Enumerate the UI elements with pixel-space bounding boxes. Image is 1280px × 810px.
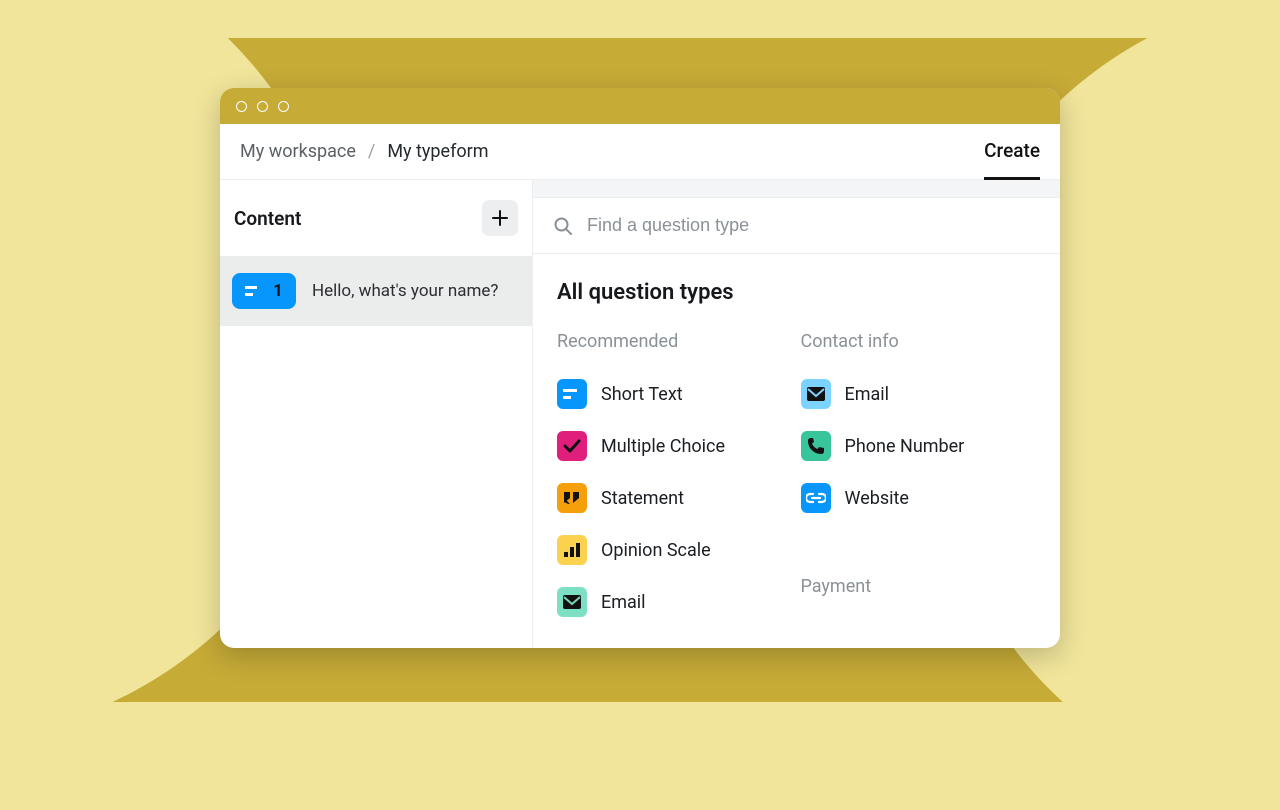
type-website[interactable]: Website: [801, 472, 1037, 524]
column-title: Contact info: [801, 331, 1037, 352]
type-statement[interactable]: Statement: [557, 472, 793, 524]
breadcrumb-current[interactable]: My typeform: [387, 141, 488, 162]
topbar: My workspace / My typeform Create: [220, 124, 1060, 180]
type-label: Phone Number: [845, 436, 965, 457]
sidebar-header: Content: [220, 180, 532, 256]
type-label: Website: [845, 488, 909, 509]
main-area: Content 1 Hello, what's your name?: [220, 180, 1060, 648]
column-title-payment: Payment: [801, 576, 1037, 597]
question-type-columns: Recommended Short Text Multiple Choic: [557, 331, 1036, 628]
breadcrumb-separator: /: [368, 141, 375, 162]
question-type-search[interactable]: [533, 198, 1060, 254]
short-text-icon: [245, 285, 263, 297]
link-icon: [801, 483, 831, 513]
column-title: Recommended: [557, 331, 793, 352]
panel-body: All question types Recommended Short Tex…: [533, 254, 1060, 638]
titlebar: [220, 88, 1060, 124]
type-label: Multiple Choice: [601, 436, 725, 457]
breadcrumb-workspace[interactable]: My workspace: [240, 141, 356, 162]
short-text-icon: [557, 379, 587, 409]
quote-icon: [557, 483, 587, 513]
app-window: My workspace / My typeform Create Conten…: [220, 88, 1060, 648]
search-icon: [553, 216, 573, 236]
type-short-text[interactable]: Short Text: [557, 368, 793, 420]
type-label: Email: [601, 592, 646, 613]
content-item-number: 1: [273, 281, 283, 301]
mail-icon: [801, 379, 831, 409]
check-icon: [557, 431, 587, 461]
create-tab[interactable]: Create: [984, 139, 1040, 164]
column-contact-info: Contact info Email Phone Number: [801, 331, 1037, 628]
content-item-label: Hello, what's your name?: [312, 281, 498, 301]
type-label: Opinion Scale: [601, 540, 711, 561]
mail-icon: [557, 587, 587, 617]
content-item-badge: 1: [232, 273, 296, 309]
question-type-panel: All question types Recommended Short Tex…: [533, 180, 1060, 648]
search-input[interactable]: [587, 215, 1040, 236]
type-phone-number[interactable]: Phone Number: [801, 420, 1037, 472]
type-label: Email: [845, 384, 890, 405]
content-item[interactable]: 1 Hello, what's your name?: [220, 256, 532, 326]
panel-gap: [533, 180, 1060, 198]
phone-icon: [801, 431, 831, 461]
add-content-button[interactable]: [482, 200, 518, 236]
window-dot[interactable]: [257, 101, 268, 112]
type-multiple-choice[interactable]: Multiple Choice: [557, 420, 793, 472]
type-email-contact[interactable]: Email: [801, 368, 1037, 420]
window-dot[interactable]: [236, 101, 247, 112]
plus-icon: [492, 210, 508, 226]
column-recommended: Recommended Short Text Multiple Choic: [557, 331, 793, 628]
type-label: Statement: [601, 488, 684, 509]
panel-title: All question types: [557, 280, 1036, 305]
window-dot[interactable]: [278, 101, 289, 112]
content-sidebar: Content 1 Hello, what's your name?: [220, 180, 533, 648]
type-label: Short Text: [601, 384, 683, 405]
type-opinion-scale[interactable]: Opinion Scale: [557, 524, 793, 576]
bars-icon: [557, 535, 587, 565]
type-email[interactable]: Email: [557, 576, 793, 628]
sidebar-title: Content: [234, 207, 301, 230]
